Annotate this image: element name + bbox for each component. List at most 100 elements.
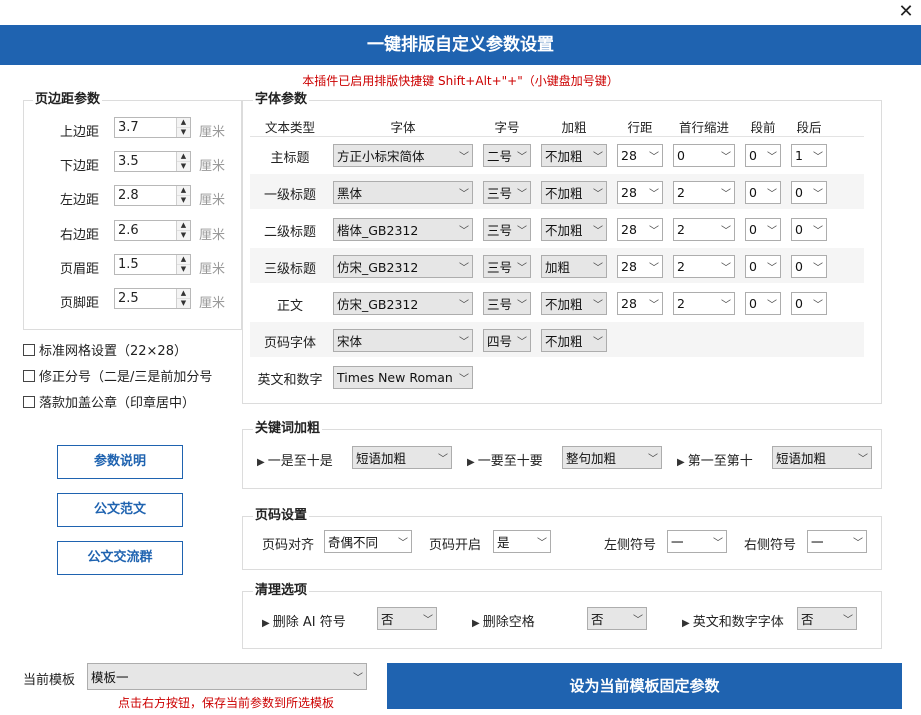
margin-spinner[interactable]: 2.8 ▲ ▼ <box>114 185 191 206</box>
keyword-item-2-select[interactable]: 整句加粗 ﹀ <box>562 446 662 469</box>
font-size-select[interactable]: 三号 ﹀ <box>483 218 531 241</box>
font-size-select[interactable]: 三号 ﹀ <box>483 292 531 315</box>
page-align-select[interactable]: 奇偶不同 ﹀ <box>324 530 412 553</box>
font-font-select[interactable]: 仿宋_GB2312 ﹀ <box>333 255 473 278</box>
spin-down-icon[interactable]: ▼ <box>177 265 190 274</box>
margin-value[interactable]: 3.5 <box>115 152 176 171</box>
keyword-item-1-select[interactable]: 短语加粗 ﹀ <box>352 446 452 469</box>
font-line-select[interactable]: 28 ﹀ <box>617 255 663 278</box>
font-before-select[interactable]: 0 ﹀ <box>745 255 781 278</box>
cleanup-font-select[interactable]: 否 ﹀ <box>797 607 857 630</box>
font-indent-select[interactable]: 0 ﹀ <box>673 144 735 167</box>
cleanup-space-label: ▶ 删除空格 <box>472 615 535 630</box>
keyword-item-3-select[interactable]: 短语加粗 ﹀ <box>772 446 872 469</box>
chevron-down-icon: ﹀ <box>593 226 603 237</box>
margin-spinner[interactable]: 2.6 ▲ ▼ <box>114 220 191 241</box>
spin-up-icon[interactable]: ▲ <box>177 118 190 128</box>
help-button[interactable]: 参数说明 <box>57 445 183 479</box>
spin-up-icon[interactable]: ▲ <box>177 152 190 162</box>
font-after-select[interactable]: 0 ﹀ <box>791 292 827 315</box>
font-font-select[interactable]: 宋体 ﹀ <box>333 329 473 352</box>
font-size-select[interactable]: 四号 ﹀ <box>483 329 531 352</box>
font-font-select[interactable]: 黑体 ﹀ <box>333 181 473 204</box>
font-before-select[interactable]: 0 ﹀ <box>745 292 781 315</box>
spin-down-icon[interactable]: ▼ <box>177 162 190 171</box>
chevron-down-icon: ﹀ <box>853 538 863 549</box>
right-symbol-select[interactable]: 一 ﹀ <box>807 530 867 553</box>
spin-up-icon[interactable]: ▲ <box>177 186 190 196</box>
margin-value[interactable]: 1.5 <box>115 255 176 274</box>
font-before-select[interactable]: 0 ﹀ <box>745 144 781 167</box>
font-before-select[interactable]: 0 ﹀ <box>745 218 781 241</box>
font-size-select[interactable]: 二号 ﹀ <box>483 144 531 167</box>
spin-down-icon[interactable]: ▼ <box>177 128 190 137</box>
font-size-select[interactable]: 三号 ﹀ <box>483 255 531 278</box>
margin-spinner[interactable]: 3.7 ▲ ▼ <box>114 117 191 138</box>
font-bold-select[interactable]: 不加粗 ﹀ <box>541 292 607 315</box>
font-indent-select[interactable]: 2 ﹀ <box>673 292 735 315</box>
font-bold-select[interactable]: 不加粗 ﹀ <box>541 181 607 204</box>
spin-down-icon[interactable]: ▼ <box>177 231 190 240</box>
font-before-select[interactable]: 0 ﹀ <box>745 181 781 204</box>
margin-spinner[interactable]: 1.5 ▲ ▼ <box>114 254 191 275</box>
font-line-select[interactable]: 28 ﹀ <box>617 144 663 167</box>
cleanup-ai-select[interactable]: 否 ﹀ <box>377 607 437 630</box>
grid-checkbox[interactable]: 标准网格设置（22×28） <box>23 340 187 359</box>
set-template-button[interactable]: 设为当前模板固定参数 <box>387 663 902 709</box>
spin-down-icon[interactable]: ▼ <box>177 299 190 308</box>
semicolon-checkbox[interactable]: 修正分号（二是/三是前加分号 <box>23 366 212 385</box>
font-after-select[interactable]: 0 ﹀ <box>791 218 827 241</box>
template-select[interactable]: 模板一 ﹀ <box>87 663 367 690</box>
page-enable-select[interactable]: 是 ﹀ <box>493 530 551 553</box>
font-line-select[interactable]: 28 ﹀ <box>617 218 663 241</box>
font-bold-select[interactable]: 加粗 ﹀ <box>541 255 607 278</box>
margin-spinner[interactable]: 2.5 ▲ ▼ <box>114 288 191 309</box>
left-symbol-select[interactable]: 一 ﹀ <box>667 530 727 553</box>
font-font-select[interactable]: Times New Roman ﹀ <box>333 366 473 389</box>
font-indent-select[interactable]: 2 ﹀ <box>673 255 735 278</box>
spin-down-icon[interactable]: ▼ <box>177 196 190 205</box>
font-font-select[interactable]: 方正小标宋简体 ﹀ <box>333 144 473 167</box>
header-bold: 加粗 <box>561 120 587 135</box>
spin-up-icon[interactable]: ▲ <box>177 255 190 265</box>
chevron-down-icon: ﹀ <box>459 263 469 274</box>
chevron-down-icon: ﹀ <box>721 263 731 274</box>
font-indent-select[interactable]: 2 ﹀ <box>673 218 735 241</box>
font-after-select[interactable]: 0 ﹀ <box>791 255 827 278</box>
font-after-select[interactable]: 1 ﹀ <box>791 144 827 167</box>
cleanup-group-title: 清理选项 <box>253 583 310 599</box>
font-font-select[interactable]: 仿宋_GB2312 ﹀ <box>333 292 473 315</box>
margin-value[interactable]: 3.7 <box>115 118 176 137</box>
checkbox-box[interactable] <box>23 369 35 382</box>
font-group-title: 字体参数 <box>253 92 310 108</box>
spin-up-icon[interactable]: ▲ <box>177 221 190 231</box>
font-bold-select[interactable]: 不加粗 ﹀ <box>541 144 607 167</box>
seal-checkbox[interactable]: 落款加盖公章（印章居中） <box>23 392 195 411</box>
margin-value[interactable]: 2.6 <box>115 221 176 240</box>
chevron-down-icon: ﹀ <box>767 189 777 200</box>
group-button[interactable]: 公文交流群 <box>57 541 183 575</box>
chevron-down-icon: ﹀ <box>593 337 603 348</box>
font-row-type: 主标题 <box>270 151 310 166</box>
font-indent-select[interactable]: 2 ﹀ <box>673 181 735 204</box>
margin-spinner[interactable]: 3.5 ▲ ▼ <box>114 151 191 172</box>
sample-button[interactable]: 公文范文 <box>57 493 183 527</box>
margin-value[interactable]: 2.8 <box>115 186 176 205</box>
checkbox-label: 修正分号（二是/三是前加分号 <box>39 370 213 385</box>
font-bold-select[interactable]: 不加粗 ﹀ <box>541 218 607 241</box>
font-bold-select[interactable]: 不加粗 ﹀ <box>541 329 607 352</box>
checkbox-box[interactable] <box>23 395 35 408</box>
font-line-select[interactable]: 28 ﹀ <box>617 181 663 204</box>
close-icon[interactable]: ✕ <box>897 3 915 21</box>
margin-value[interactable]: 2.5 <box>115 289 176 308</box>
chevron-down-icon: ﹀ <box>517 226 527 237</box>
margin-unit: 厘米 <box>199 262 226 277</box>
font-font-select[interactable]: 楷体_GB2312 ﹀ <box>333 218 473 241</box>
checkbox-box[interactable] <box>23 343 35 356</box>
font-size-select[interactable]: 三号 ﹀ <box>483 181 531 204</box>
font-after-select[interactable]: 0 ﹀ <box>791 181 827 204</box>
keyword-item-3-label: ▶ 第一至第十 <box>677 454 753 469</box>
font-line-select[interactable]: 28 ﹀ <box>617 292 663 315</box>
spin-up-icon[interactable]: ▲ <box>177 289 190 299</box>
cleanup-space-select[interactable]: 否 ﹀ <box>587 607 647 630</box>
